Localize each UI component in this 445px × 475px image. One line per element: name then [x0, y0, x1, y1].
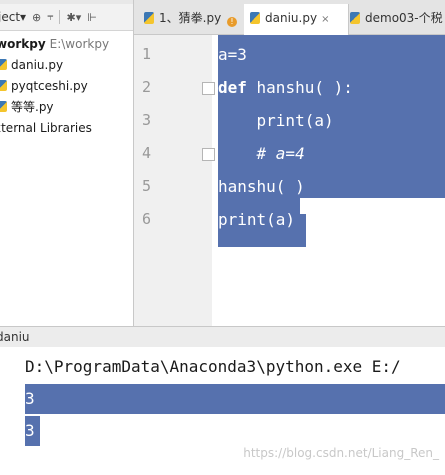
keyword-text: def: [218, 78, 247, 97]
selection-highlight: [25, 384, 445, 414]
line-number: 5: [142, 177, 152, 195]
tab-label: demo03-个税: [365, 11, 443, 25]
toolbar-divider: [59, 10, 61, 24]
tab-demo03[interactable]: demo03-个税: [344, 4, 445, 34]
console-line: 3: [25, 416, 40, 446]
close-icon[interactable]: ×: [321, 14, 329, 25]
python-file-icon: [0, 80, 7, 91]
fold-marker-icon[interactable]: [202, 148, 215, 161]
line-gutter: 1 2 3 4 5 6: [134, 35, 215, 326]
python-file-icon: [350, 12, 360, 24]
watermark: https://blog.csdn.net/Liang_Ren_: [243, 446, 439, 460]
tab-label: daniu.py: [265, 11, 318, 25]
editor-tab-bar: 1、猜拳.py ! daniu.py × demo03-个税: [134, 0, 445, 35]
console-line: D:\ProgramData\Anaconda3\python.exe E:/: [25, 357, 401, 376]
fold-marker-icon[interactable]: [202, 82, 215, 95]
console-line: 3: [25, 389, 35, 408]
code-line: print(a): [218, 203, 295, 236]
code-line: print(a): [218, 104, 334, 137]
project-toolbar: ject▾ ⊕ ⫧ ✱▾ ⊩: [0, 4, 133, 31]
code-editor[interactable]: 1 2 3 4 5 6 a=3 def hanshu( ): print(a) …: [134, 35, 445, 326]
run-tab-label: daniu: [0, 330, 30, 344]
file-label: daniu.py: [11, 58, 64, 72]
code-line: # a=4: [218, 137, 305, 170]
root-path: E:\workpy: [49, 37, 110, 51]
line-number: 3: [142, 111, 152, 129]
modified-badge-icon: !: [227, 17, 237, 27]
python-file-icon: [250, 12, 260, 24]
gear-icon[interactable]: ✱▾: [66, 11, 81, 24]
code-text: print(a): [218, 210, 296, 229]
tab-daniu[interactable]: daniu.py ×: [244, 4, 349, 35]
line-number: 6: [142, 210, 152, 228]
code-line: def hanshu( ):: [218, 71, 353, 104]
project-tree: workpy E:\workpy daniu.py pyqtceshi.py 等等…: [0, 34, 109, 139]
python-file-icon: [0, 101, 7, 112]
tab-label: 1、猜拳.py: [159, 11, 222, 25]
code-text: hanshu( ):: [246, 78, 353, 97]
file-label: 等等.py: [11, 100, 54, 114]
external-libraries-label: xternal Libraries: [0, 121, 92, 135]
tree-item-external-libraries[interactable]: xternal Libraries: [0, 118, 109, 139]
tree-item-dengdeng[interactable]: 等等.py: [0, 97, 109, 118]
code-line: hanshu( ): [218, 170, 305, 203]
python-file-icon: [144, 12, 154, 24]
target-icon[interactable]: ⊕: [32, 11, 41, 24]
code-line: a=3: [218, 38, 247, 71]
code-text: a=3: [218, 45, 247, 64]
project-view-dropdown[interactable]: ject▾: [0, 10, 26, 24]
comment-text: # a=4: [218, 144, 305, 163]
line-number: 2: [142, 78, 152, 96]
python-file-icon: [0, 59, 7, 70]
line-number: 4: [142, 144, 152, 162]
project-panel: ject▾ ⊕ ⫧ ✱▾ ⊩ workpy E:\workpy daniu.py …: [0, 0, 134, 326]
run-tab-header[interactable]: daniu: [0, 326, 445, 348]
tree-root-workpy[interactable]: workpy E:\workpy: [0, 34, 109, 55]
tree-item-daniu[interactable]: daniu.py: [0, 55, 109, 76]
code-text: print(a): [218, 111, 334, 130]
root-name: workpy: [0, 37, 46, 51]
line-number: 1: [142, 45, 152, 63]
file-label: pyqtceshi.py: [11, 79, 88, 93]
tree-item-pyqtceshi[interactable]: pyqtceshi.py: [0, 76, 109, 97]
code-text: hanshu( ): [218, 177, 305, 196]
split-icon[interactable]: ⫧: [47, 10, 53, 24]
collapse-icon[interactable]: ⊩: [87, 11, 97, 24]
